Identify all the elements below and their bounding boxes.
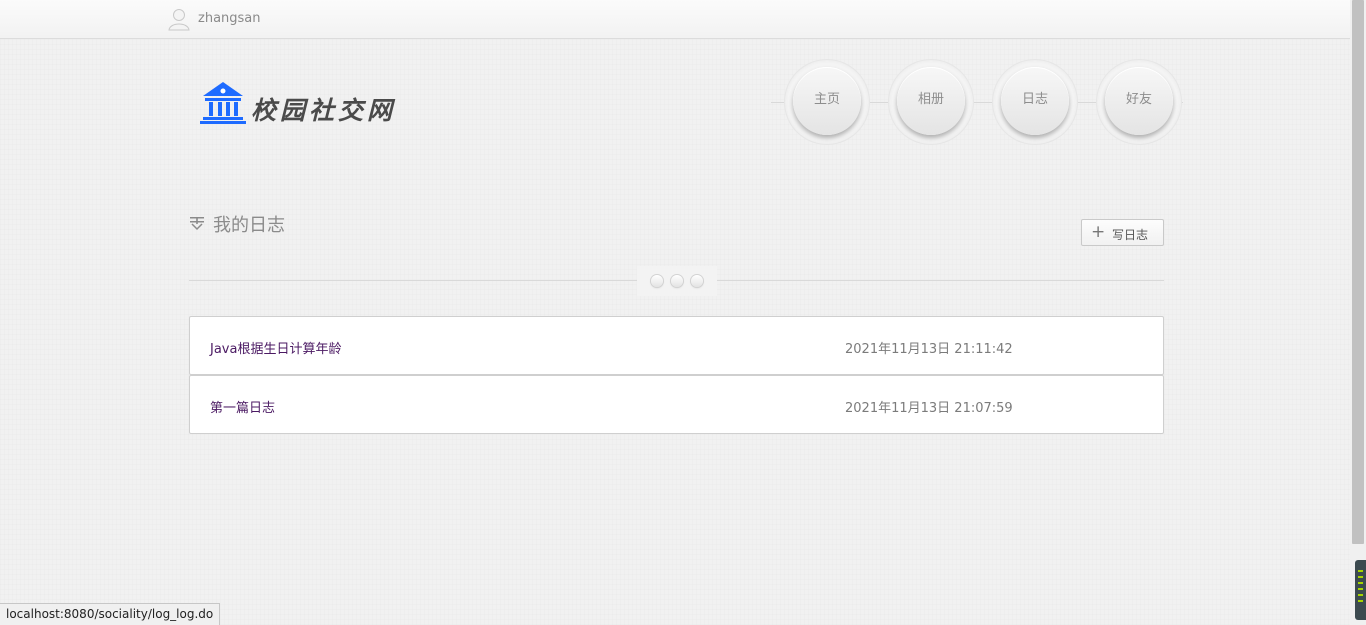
divider-dot: [651, 275, 663, 287]
nav-home-wrapper: 主页: [785, 60, 869, 144]
browser-status-bar: localhost:8080/sociality/log_log.do: [0, 603, 221, 625]
write-log-label: 写日志: [1112, 228, 1149, 242]
top-bar: zhangsan: [0, 0, 1350, 39]
nav-album-button[interactable]: 相册: [897, 67, 965, 135]
nav-friends-wrapper: 好友: [1097, 60, 1181, 144]
divider-dot: [671, 275, 683, 287]
scrollbar-thumb[interactable]: [1352, 0, 1364, 544]
log-list-item: Java根据生日计算年龄 2021年11月13日 21:11:42: [189, 316, 1164, 375]
user-avatar-icon[interactable]: [168, 7, 190, 31]
nav-log-wrapper: 日志: [993, 60, 1077, 144]
log-title-icon: [189, 215, 205, 231]
divider-dot: [691, 275, 703, 287]
username-link[interactable]: zhangsan: [198, 11, 261, 26]
vertical-scrollbar[interactable]: [1350, 0, 1366, 625]
log-list: Java根据生日计算年龄 2021年11月13日 21:11:42 第一篇日志 …: [189, 316, 1164, 434]
log-date: 2021年11月13日 21:07:59: [845, 401, 1013, 416]
site-logo-text[interactable]: 校园社交网: [251, 91, 396, 127]
nav-log-button[interactable]: 日志: [1001, 67, 1069, 135]
nav-home-button[interactable]: 主页: [793, 67, 861, 135]
page: zhangsan 校园社交网 主页 相册 日志 好友 我的日志 + 写日志 Ja…: [0, 0, 1350, 625]
write-log-button[interactable]: + 写日志: [1081, 219, 1164, 246]
log-date: 2021年11月13日 21:11:42: [845, 342, 1013, 357]
side-widget-icon[interactable]: [1355, 560, 1366, 620]
plus-icon: +: [1091, 222, 1106, 242]
nav-album-wrapper: 相册: [889, 60, 973, 144]
nav-friends-button[interactable]: 好友: [1105, 67, 1173, 135]
section-title: 我的日志: [213, 215, 285, 236]
log-title-link[interactable]: Java根据生日计算年龄: [210, 338, 341, 357]
log-title-link[interactable]: 第一篇日志: [210, 397, 275, 416]
divider-dots: [637, 266, 717, 296]
building-logo-icon: [199, 80, 247, 126]
log-list-item: 第一篇日志 2021年11月13日 21:07:59: [189, 375, 1164, 434]
